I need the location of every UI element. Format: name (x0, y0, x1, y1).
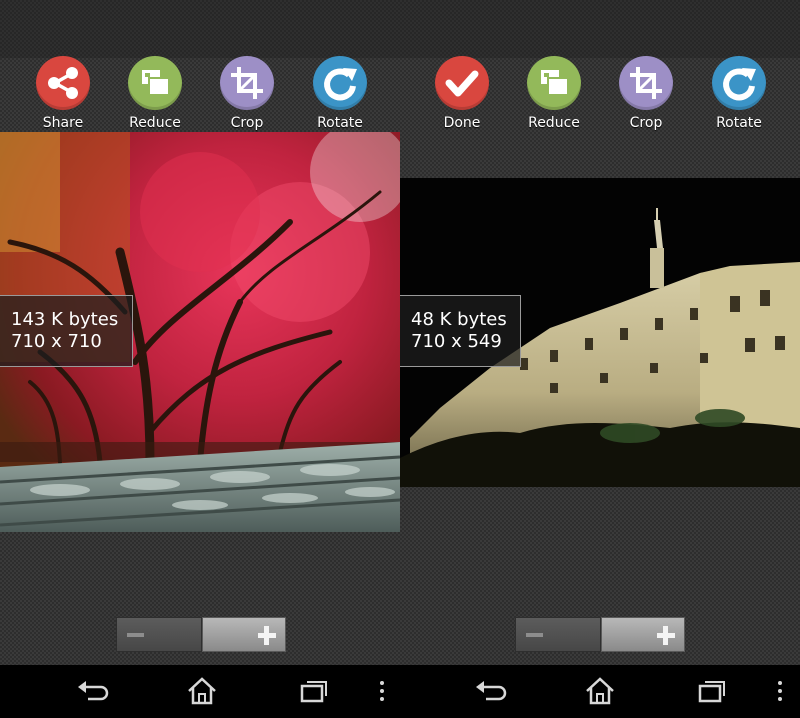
image-info-box: 48 K bytes 710 x 549 (400, 295, 521, 367)
recent-apps-icon (300, 681, 327, 703)
home-icon (586, 677, 614, 705)
crop-button[interactable]: Crop (606, 56, 686, 132)
crop-icon (220, 56, 274, 110)
right-panel: Done Reduce Crop Rotate 48 K bytes 710 x… (400, 0, 800, 665)
recent-apps-button[interactable] (694, 675, 730, 707)
rotate-button[interactable]: Rotate (699, 56, 779, 132)
minus-icon (526, 633, 543, 637)
reduce-button[interactable]: Reduce (115, 56, 195, 132)
overflow-menu-icon (380, 681, 384, 701)
image-info-box: 143 K bytes 710 x 710 (0, 295, 133, 367)
overflow-menu-button[interactable] (364, 675, 400, 707)
rotate-label: Rotate (317, 115, 363, 131)
recent-apps-button[interactable] (296, 675, 332, 707)
rotate-icon (712, 56, 766, 110)
file-size-text: 48 K bytes (411, 309, 507, 330)
crop-icon (619, 56, 673, 110)
zoom-out-button[interactable] (116, 617, 202, 652)
dimensions-text: 710 x 549 (411, 331, 502, 352)
share-icon (36, 56, 90, 110)
reduce-label: Reduce (528, 115, 580, 131)
reduce-button[interactable]: Reduce (514, 56, 594, 132)
recent-apps-icon (698, 681, 725, 703)
rotate-button[interactable]: Rotate (300, 56, 380, 132)
file-size-text: 143 K bytes (11, 309, 119, 330)
navigation-bar (0, 665, 800, 718)
minus-icon (127, 633, 144, 637)
done-label: Done (443, 115, 481, 131)
rotate-label: Rotate (716, 115, 762, 131)
home-icon (188, 677, 216, 705)
back-button[interactable] (472, 675, 508, 707)
reduce-icon (128, 56, 182, 110)
done-button[interactable]: Done (422, 56, 502, 132)
back-icon (476, 681, 507, 701)
zoom-in-button[interactable] (601, 617, 685, 652)
crop-button[interactable]: Crop (207, 56, 287, 132)
home-button[interactable] (582, 675, 618, 707)
share-label: Share (42, 115, 84, 131)
back-button[interactable] (74, 675, 110, 707)
overflow-menu-button[interactable] (762, 675, 798, 707)
left-panel: Share Reduce Crop Rotate 143 K bytes 710… (0, 0, 400, 665)
zoom-in-button[interactable] (202, 617, 286, 652)
dimensions-text: 710 x 710 (11, 331, 102, 352)
reduce-icon (527, 56, 581, 110)
zoom-out-button[interactable] (515, 617, 601, 652)
right-toolbar: Done Reduce Crop Rotate (400, 56, 800, 132)
rotate-icon (313, 56, 367, 110)
zoom-control (515, 617, 685, 652)
check-icon (435, 56, 489, 110)
crop-label: Crop (230, 115, 264, 131)
crop-label: Crop (629, 115, 663, 131)
home-button[interactable] (184, 675, 220, 707)
reduce-label: Reduce (129, 115, 181, 131)
left-toolbar: Share Reduce Crop Rotate (0, 56, 400, 132)
share-button[interactable]: Share (23, 56, 103, 132)
overflow-menu-icon (778, 681, 782, 701)
back-icon (78, 681, 109, 701)
zoom-control (116, 617, 286, 652)
